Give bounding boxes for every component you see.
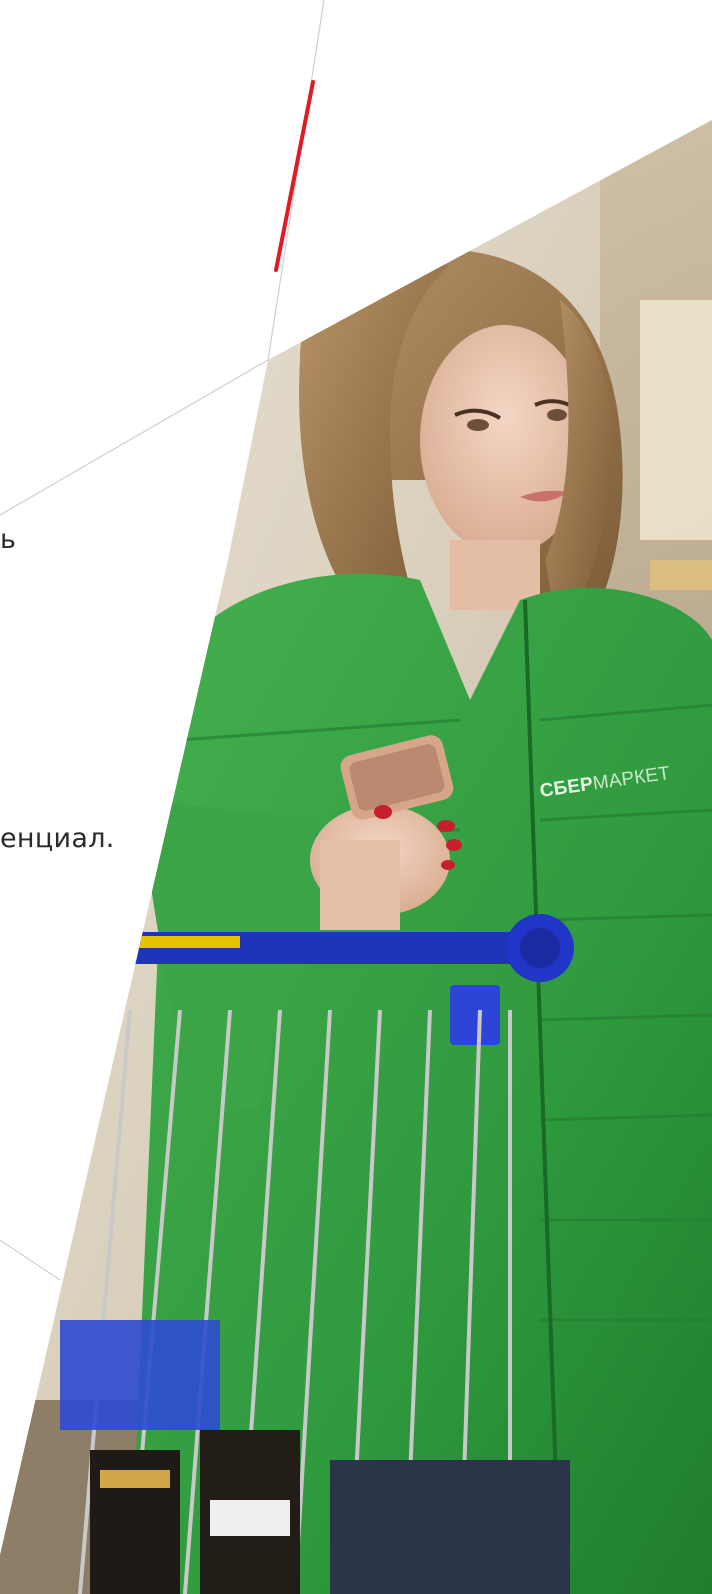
- hero-photo: [0, 120, 712, 1594]
- text-fragment-1: ь: [0, 524, 17, 555]
- red-accent-line: [274, 80, 315, 272]
- grey-diagonal-line-bottom: [0, 1239, 61, 1281]
- text-fragment-2: енциал.: [0, 823, 115, 854]
- grey-diagonal-line-top: [267, 0, 325, 361]
- promo-page: ь енциал. СБЕРМАРКЕТ: [0, 0, 712, 1594]
- grey-diagonal-line-left: [0, 359, 269, 516]
